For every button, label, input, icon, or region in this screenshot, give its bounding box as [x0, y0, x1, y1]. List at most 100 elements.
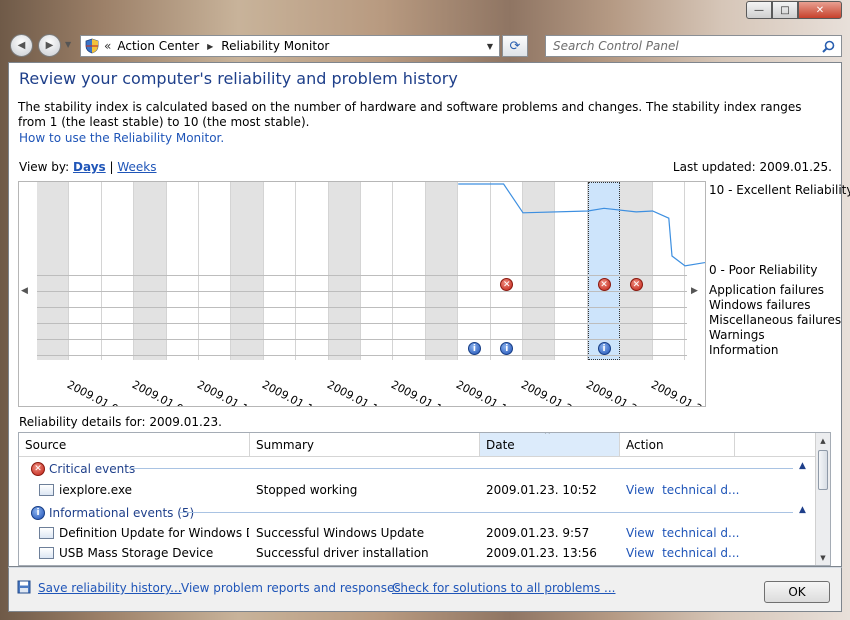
column-header-action[interactable]: Action	[620, 433, 735, 457]
info-icon[interactable]: i	[597, 342, 611, 355]
search-placeholder: Search Control Panel	[553, 39, 679, 53]
row-summary: Stopped working	[256, 483, 358, 497]
details-table: Source Summary Date ^ Action ✕ Critical …	[18, 432, 831, 566]
column-header-summary[interactable]: Summary	[250, 433, 480, 457]
legend-windows-failures: Windows failures	[709, 298, 811, 312]
maximize-button[interactable]: □	[772, 1, 798, 19]
back-arrow-icon: ◀	[17, 40, 26, 51]
stability-index-line	[458, 183, 705, 267]
breadcrumb-separator-icon[interactable]: ▶	[207, 42, 213, 51]
refresh-icon: ⟳	[509, 38, 521, 54]
group-divider	[179, 512, 793, 513]
group-critical-title: Critical events	[49, 462, 136, 476]
check-for-solutions-link[interactable]: Check for solutions to all problems ...	[392, 581, 616, 595]
help-link[interactable]: How to use the Reliability Monitor.	[19, 131, 224, 145]
row-summary: Successful Windows Update	[256, 526, 425, 540]
sort-ascending-icon: ^	[544, 432, 551, 439]
row-date: 2009.01.23. 9:57	[486, 526, 590, 540]
event-row-gridline	[37, 339, 687, 340]
table-row[interactable]: USB Mass Storage Device Successful drive…	[19, 543, 816, 563]
scroll-up-arrow-icon[interactable]: ▲	[816, 433, 830, 448]
title-bar: — □ ✕	[0, 0, 850, 32]
collapse-chevron-icon[interactable]: ▲	[799, 461, 806, 471]
group-critical-events[interactable]: ✕ Critical events ▲	[19, 458, 816, 480]
view-problem-reports-link[interactable]: View problem reports and responses	[181, 581, 401, 595]
address-bar[interactable]: « Action Center ▶ Reliability Monitor ▼	[80, 35, 500, 57]
save-icon	[17, 580, 31, 594]
view-technical-details-link[interactable]: View technical d...	[626, 526, 740, 540]
forward-button[interactable]: ▶	[38, 34, 61, 57]
y-axis-min-label: 0 - Poor Reliability	[709, 263, 818, 277]
row-summary: Successful driver installation	[256, 546, 429, 560]
scroll-left-arrow-icon[interactable]: ◀	[21, 286, 28, 296]
reliability-chart[interactable]: ✕ ✕ ✕ i i i 2009.01.06. 2009.01.08. 2009.01.10.…	[18, 181, 706, 407]
view-by-label: View by:	[19, 160, 70, 174]
vertical-scrollbar[interactable]: ▲ ▼	[815, 433, 830, 565]
collapse-chevron-icon[interactable]: ▲	[799, 505, 806, 515]
view-weeks-link[interactable]: Weeks	[117, 160, 156, 174]
row-source: iexplore.exe	[59, 483, 133, 497]
window-controls: — □ ✕	[746, 1, 842, 19]
back-button[interactable]: ◀	[10, 34, 33, 57]
ok-button[interactable]: OK	[764, 581, 830, 603]
legend-information: Information	[709, 343, 779, 357]
group-info-title: Informational events (5)	[49, 506, 195, 520]
recent-pages-chevron-icon[interactable]: ▼	[65, 40, 71, 49]
application-icon	[39, 527, 54, 539]
table-row[interactable]: Definition Update for Windows De... Succ…	[19, 523, 816, 543]
scroll-down-arrow-icon[interactable]: ▼	[816, 550, 830, 565]
view-days-link[interactable]: Days	[73, 160, 106, 174]
search-icon[interactable]	[822, 40, 835, 53]
column-header-source[interactable]: Source	[19, 433, 250, 457]
address-dropdown-icon[interactable]: ▼	[487, 42, 493, 51]
event-row-gridline	[37, 355, 687, 356]
forward-arrow-icon: ▶	[45, 40, 54, 51]
footer-bar: Save reliability history... View problem…	[8, 567, 842, 612]
event-row-gridline	[37, 275, 687, 276]
search-input[interactable]: Search Control Panel	[545, 35, 842, 57]
legend-warnings: Warnings	[709, 328, 765, 342]
row-date: 2009.01.23. 10:52	[486, 483, 597, 497]
page-description: The stability index is calculated based …	[18, 100, 802, 129]
close-button[interactable]: ✕	[798, 1, 842, 19]
stability-line-layer	[458, 183, 705, 267]
info-icon: i	[31, 506, 45, 520]
breadcrumb-overflow[interactable]: «	[104, 39, 111, 53]
breadcrumb-action-center[interactable]: Action Center	[117, 39, 199, 53]
event-row-gridline	[37, 307, 687, 308]
details-label: Reliability details for: 2009.01.23.	[19, 415, 222, 429]
row-date: 2009.01.23. 13:56	[486, 546, 597, 560]
device-icon	[39, 547, 54, 559]
refresh-button[interactable]: ⟳	[502, 35, 528, 57]
row-source: USB Mass Storage Device	[59, 546, 214, 560]
group-divider	[129, 468, 793, 469]
scrollbar-thumb[interactable]	[818, 450, 828, 490]
save-history-link[interactable]: Save reliability history...	[38, 581, 182, 595]
group-informational-events[interactable]: i Informational events (5) ▲	[19, 502, 816, 524]
legend-misc-failures: Miscellaneous failures	[709, 313, 842, 327]
error-icon[interactable]: ✕	[629, 278, 643, 291]
error-icon[interactable]: ✕	[597, 278, 611, 291]
y-axis-max-label: 10 - Excellent Reliability	[709, 183, 850, 197]
view-by: View by: Days | Weeks	[19, 160, 157, 174]
breadcrumb-reliability-monitor[interactable]: Reliability Monitor	[221, 39, 329, 53]
application-icon	[39, 484, 54, 496]
column-header-date[interactable]: Date ^	[480, 433, 620, 457]
minimize-button[interactable]: —	[746, 1, 772, 19]
view-separator: |	[109, 160, 114, 174]
event-row-gridline	[37, 323, 687, 324]
legend-application-failures: Application failures	[709, 283, 825, 297]
column-header-empty	[735, 433, 816, 457]
view-technical-details-link[interactable]: View technical d...	[626, 483, 740, 497]
event-row-gridline	[37, 291, 687, 292]
row-source: Definition Update for Windows De...	[59, 526, 249, 540]
navigation-bar: ◀ ▶ ▼ « Action Center ▶ Reliability Moni…	[8, 34, 842, 58]
last-updated: Last updated: 2009.01.25.	[672, 160, 832, 174]
table-row[interactable]: iexplore.exe Stopped working 2009.01.23.…	[19, 479, 816, 501]
control-panel-icon	[84, 38, 100, 54]
scroll-right-arrow-icon[interactable]: ▶	[691, 286, 698, 296]
page-title: Review your computer's reliability and p…	[19, 69, 458, 88]
main-content: Review your computer's reliability and p…	[8, 62, 850, 567]
info-icon[interactable]: i	[467, 342, 481, 355]
view-technical-details-link[interactable]: View technical d...	[626, 546, 740, 560]
